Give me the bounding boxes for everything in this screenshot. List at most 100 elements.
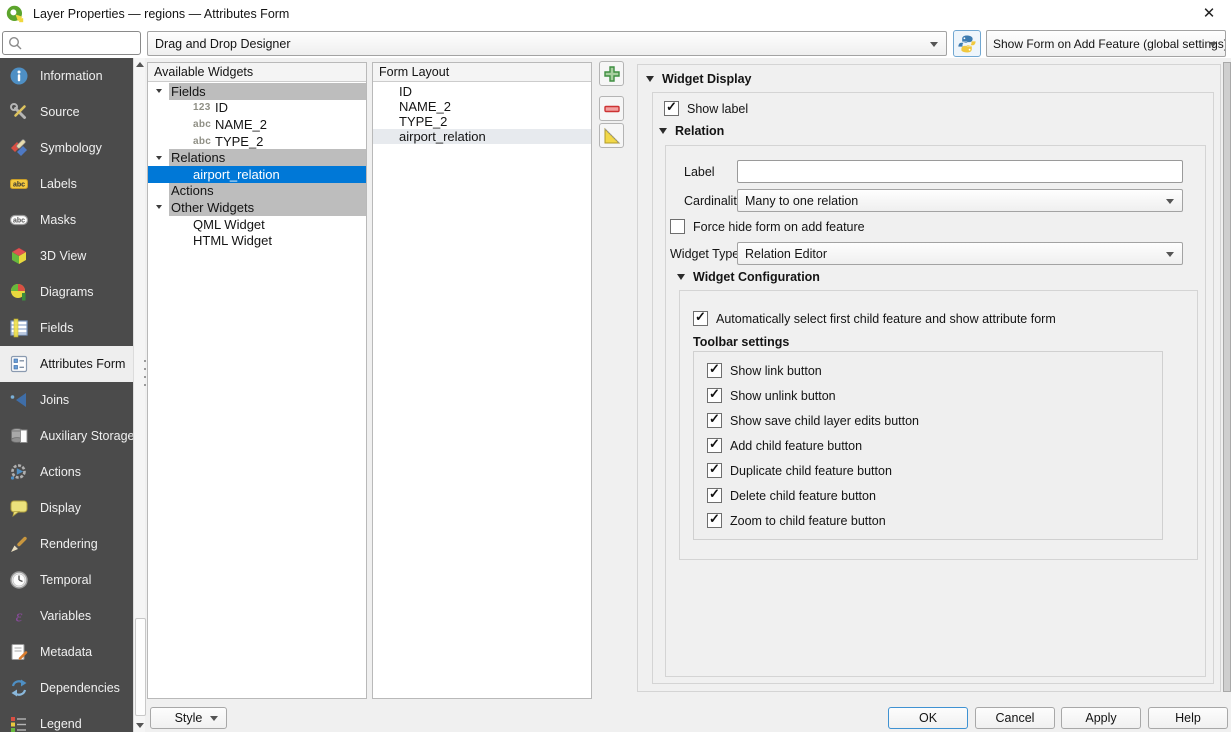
sidebar-item-label: 3D View: [40, 249, 86, 263]
tree-group-relations[interactable]: Relations: [148, 149, 366, 166]
relation-header[interactable]: Relation: [659, 124, 724, 138]
sidebar-item-fields[interactable]: Fields: [0, 310, 133, 346]
sidebar-item-masks[interactable]: abcMasks: [0, 202, 133, 238]
sidebar-item-display[interactable]: Display: [0, 490, 133, 526]
collapse-arrow-icon[interactable]: [148, 83, 169, 100]
close-icon[interactable]: ✕: [1199, 4, 1219, 24]
tree-item-name-2[interactable]: abcNAME_2: [148, 116, 366, 133]
apply-button[interactable]: Apply: [1061, 707, 1141, 729]
label-input[interactable]: [737, 160, 1183, 183]
force-hide-form-checkbox[interactable]: Force hide form on add feature: [670, 219, 865, 234]
sidebar-item-information[interactable]: Information: [0, 58, 133, 94]
information-icon: [4, 66, 34, 86]
sidebar-item-joins[interactable]: Joins: [0, 382, 133, 418]
sidebar-item-3d-view[interactable]: 3D View: [0, 238, 133, 274]
show-form-combo[interactable]: Show Form on Add Feature (global setting…: [986, 30, 1226, 57]
checkbox-checked-icon[interactable]: [707, 363, 722, 378]
python-init-button[interactable]: [953, 30, 981, 57]
sidebar-item-labels[interactable]: abcLabels: [0, 166, 133, 202]
splitter-handle[interactable]: [144, 376, 146, 378]
add-child-feature-checkbox[interactable]: Add child feature button: [707, 438, 862, 453]
sidebar-item-attributes-form[interactable]: Attributes Form: [0, 346, 133, 382]
tree-item-airport-relation[interactable]: airport_relation: [148, 166, 366, 183]
collapse-arrow-icon[interactable]: [148, 199, 169, 216]
collapse-arrow-icon: [646, 76, 654, 82]
tree-item-id[interactable]: 123ID: [148, 100, 366, 117]
svg-text:abc: abc: [13, 218, 25, 225]
checkbox-checked-icon[interactable]: [707, 488, 722, 503]
sidebar-item-temporal[interactable]: Temporal: [0, 562, 133, 598]
chevron-down-icon: [1166, 252, 1174, 257]
designer-mode-combo[interactable]: Drag and Drop Designer: [147, 31, 947, 56]
tree-group-actions[interactable]: Actions: [148, 183, 366, 200]
cardinality-value: Many to one relation: [745, 194, 858, 208]
sidebar-item-dependencies[interactable]: Dependencies: [0, 670, 133, 706]
checkbox-checked-icon[interactable]: [707, 438, 722, 453]
sidebar-item-legend[interactable]: Legend: [0, 706, 133, 732]
form-layout-item-id[interactable]: ID: [373, 84, 591, 99]
edit-widget-button[interactable]: [599, 123, 624, 148]
fields-icon: [4, 318, 34, 338]
widget-display-header[interactable]: Widget Display: [646, 72, 751, 86]
checkbox-checked-icon[interactable]: [707, 388, 722, 403]
tree-group-fields[interactable]: Fields: [148, 83, 366, 100]
checkbox-checked-icon[interactable]: [707, 413, 722, 428]
form-layout-item-airport-relation[interactable]: airport_relation: [373, 129, 591, 144]
widget-type-combo[interactable]: Relation Editor: [737, 242, 1183, 265]
splitter-handle[interactable]: [144, 368, 146, 370]
cancel-button[interactable]: Cancel: [975, 707, 1055, 729]
checkbox-checked-icon[interactable]: [707, 513, 722, 528]
form-layout-item-type-2[interactable]: TYPE_2: [373, 114, 591, 129]
sidebar-item-rendering[interactable]: Rendering: [0, 526, 133, 562]
checkbox-checked-icon[interactable]: [693, 311, 708, 326]
sidebar-scrollbar[interactable]: [133, 58, 145, 732]
search-input[interactable]: [25, 33, 139, 55]
sidebar-item-symbology[interactable]: Symbology: [0, 130, 133, 166]
checkbox-checked-icon[interactable]: [664, 101, 679, 116]
sidebar-item-auxiliary-storage[interactable]: Auxiliary Storage: [0, 418, 133, 454]
attributes-form-icon: [4, 354, 34, 374]
sidebar-item-actions[interactable]: Actions: [0, 454, 133, 490]
collapse-arrow-icon[interactable]: [148, 149, 169, 166]
cardinality-combo[interactable]: Many to one relation: [737, 189, 1183, 212]
designer-mode-value: Drag and Drop Designer: [155, 37, 291, 51]
show-link-button-checkbox[interactable]: Show link button: [707, 363, 822, 378]
splitter-handle[interactable]: [144, 360, 146, 362]
widget-configuration-header[interactable]: Widget Configuration: [677, 270, 820, 284]
sidebar-item-metadata[interactable]: Metadata: [0, 634, 133, 670]
splitter-handle[interactable]: [144, 384, 146, 386]
duplicate-child-feature-checkbox[interactable]: Duplicate child feature button: [707, 463, 892, 478]
form-layout-item-name-2[interactable]: NAME_2: [373, 99, 591, 114]
style-button[interactable]: Style: [150, 707, 227, 729]
sidebar-item-diagrams[interactable]: Diagrams: [0, 274, 133, 310]
tree-item-type-2[interactable]: abcTYPE_2: [148, 133, 366, 150]
delete-child-feature-checkbox[interactable]: Delete child feature button: [707, 488, 876, 503]
show-unlink-button-checkbox[interactable]: Show unlink button: [707, 388, 836, 403]
checkbox-unchecked-icon[interactable]: [670, 219, 685, 234]
scrollbar-thumb[interactable]: [135, 618, 146, 716]
search-box[interactable]: [2, 31, 141, 55]
scroll-up-icon[interactable]: [136, 62, 144, 67]
temporal-icon: [4, 570, 34, 590]
style-button-label: Style: [175, 711, 203, 725]
auto-select-first-child-checkbox[interactable]: Automatically select first child feature…: [693, 311, 1056, 326]
show-label-checkbox[interactable]: Show label: [664, 101, 748, 116]
sidebar-item-label: Dependencies: [40, 681, 120, 695]
add-widget-button[interactable]: [599, 61, 624, 86]
tree-group-other-widgets[interactable]: Other Widgets: [148, 199, 366, 216]
dependencies-icon: [4, 678, 34, 698]
tree-item-qml-widget[interactable]: QML Widget: [148, 216, 366, 233]
remove-widget-button[interactable]: [599, 96, 624, 121]
checkbox-checked-icon[interactable]: [707, 463, 722, 478]
tree-item-html-widget[interactable]: HTML Widget: [148, 232, 366, 249]
help-button[interactable]: Help: [1148, 707, 1228, 729]
zoom-to-child-feature-checkbox[interactable]: Zoom to child feature button: [707, 513, 886, 528]
scroll-down-icon[interactable]: [136, 723, 144, 728]
sidebar-item-label: Source: [40, 105, 80, 119]
sidebar-item-source[interactable]: Source: [0, 94, 133, 130]
sidebar-item-variables[interactable]: εVariables: [0, 598, 133, 634]
sidebar-item-label: Fields: [40, 321, 73, 335]
show-save-child-edits-checkbox[interactable]: Show save child layer edits button: [707, 413, 919, 428]
ok-button[interactable]: OK: [888, 707, 968, 729]
right-panel-scrollbar[interactable]: [1223, 62, 1231, 692]
